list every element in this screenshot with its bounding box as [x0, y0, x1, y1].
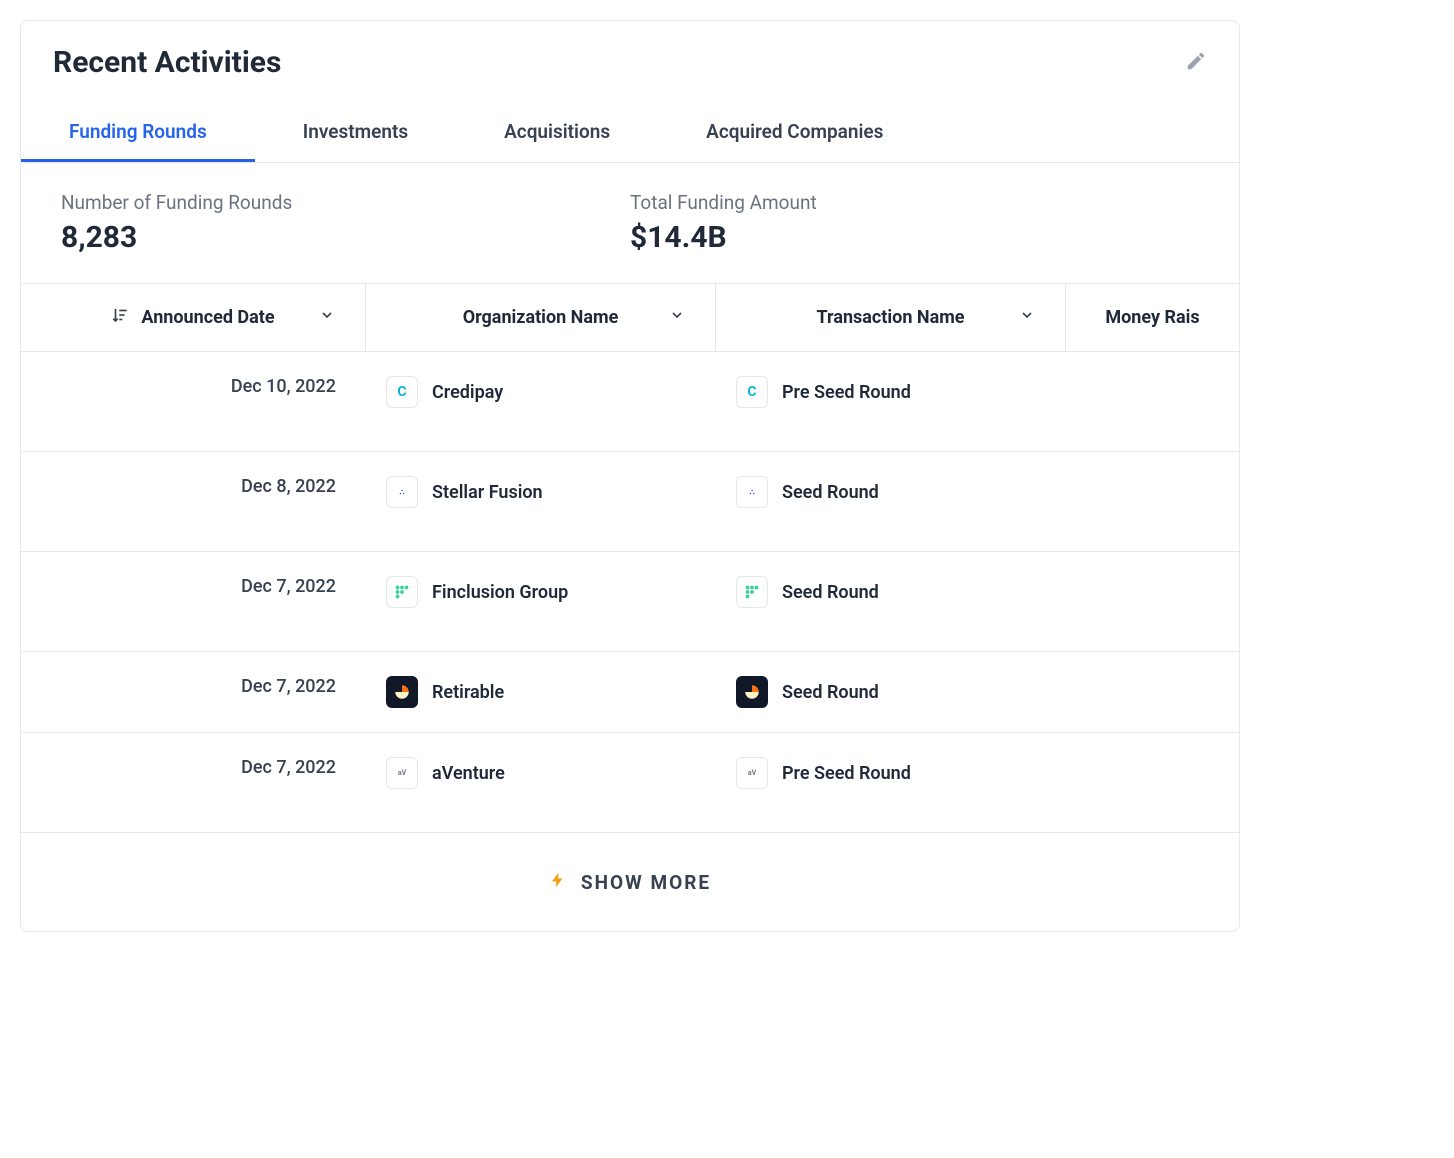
column-label: Transaction Name — [816, 307, 964, 328]
tab-acquisitions[interactable]: Acquisitions — [456, 104, 658, 162]
cell-txn: Seed Round — [716, 652, 1066, 732]
stat-funding-rounds: Number of Funding Rounds 8,283 — [61, 191, 630, 255]
org-logo-icon: aV — [736, 757, 768, 789]
cell-org: Retirable — [366, 652, 716, 732]
org-name[interactable]: Stellar Fusion — [432, 482, 543, 503]
cell-date: Dec 7, 2022 — [21, 552, 366, 621]
card-header: Recent Activities — [21, 21, 1239, 88]
stat-value: $14.4B — [630, 220, 1199, 255]
cell-txn: C Pre Seed Round — [716, 352, 1066, 432]
funding-rounds-table: Announced Date Organization Name Transac… — [21, 283, 1239, 833]
org-name[interactable]: Finclusion Group — [432, 582, 568, 603]
txn-name[interactable]: Pre Seed Round — [782, 382, 911, 403]
column-header-transaction-name[interactable]: Transaction Name — [716, 284, 1066, 351]
table-header: Announced Date Organization Name Transac… — [21, 283, 1239, 352]
show-more-button[interactable]: SHOW MORE — [21, 833, 1239, 931]
cell-txn: ∴ Seed Round — [716, 452, 1066, 532]
chevron-down-icon[interactable] — [319, 307, 335, 328]
table-row: Dec 8, 2022 ∴ Stellar Fusion ∴ Seed Roun… — [21, 452, 1239, 552]
column-label: Money Rais — [1105, 307, 1199, 328]
tab-acquired-companies[interactable]: Acquired Companies — [658, 104, 931, 162]
tabs: Funding Rounds Investments Acquisitions … — [21, 88, 1239, 163]
stat-label: Total Funding Amount — [630, 191, 1199, 214]
org-name[interactable]: aVenture — [432, 763, 505, 784]
cell-money — [1066, 652, 1239, 700]
cell-org: ∴ Stellar Fusion — [366, 452, 716, 532]
cell-money — [1066, 552, 1239, 600]
org-name[interactable]: Credipay — [432, 382, 503, 403]
chevron-down-icon[interactable] — [1019, 307, 1035, 328]
bolt-icon — [549, 869, 567, 895]
column-label: Announced Date — [141, 307, 274, 328]
org-logo-icon — [386, 676, 418, 708]
org-name[interactable]: Retirable — [432, 682, 504, 703]
org-logo-icon: ∴ — [736, 476, 768, 508]
chevron-down-icon[interactable] — [669, 307, 685, 328]
cell-org: C Credipay — [366, 352, 716, 432]
edit-icon[interactable] — [1185, 50, 1207, 76]
org-logo-icon: C — [736, 376, 768, 408]
org-logo-icon: ∴ — [386, 476, 418, 508]
org-logo-icon — [386, 576, 418, 608]
org-logo-icon — [736, 576, 768, 608]
txn-name[interactable]: Seed Round — [782, 682, 879, 703]
tab-investments[interactable]: Investments — [255, 104, 456, 162]
cell-date: Dec 7, 2022 — [21, 652, 366, 721]
txn-name[interactable]: Seed Round — [782, 582, 879, 603]
column-header-money-raised[interactable]: Money Rais — [1066, 284, 1239, 351]
table-body: Dec 10, 2022 C Credipay C Pre Seed Round — [21, 352, 1239, 833]
cell-date: Dec 7, 2022 — [21, 733, 366, 802]
table-row: Dec 7, 2022 Finclusion Group Seed — [21, 552, 1239, 652]
stat-label: Number of Funding Rounds — [61, 191, 630, 214]
card-title: Recent Activities — [53, 45, 281, 80]
table-row: Dec 7, 2022 aV aVenture aV Pre Seed Roun… — [21, 733, 1239, 833]
cell-money — [1066, 352, 1239, 400]
stat-value: 8,283 — [61, 220, 630, 255]
org-logo-icon — [736, 676, 768, 708]
table-row: Dec 7, 2022 Retirable Seed Round — [21, 652, 1239, 733]
column-header-announced-date[interactable]: Announced Date — [21, 284, 366, 351]
org-logo-icon: C — [386, 376, 418, 408]
cell-org: Finclusion Group — [366, 552, 716, 632]
cell-org: aV aVenture — [366, 733, 716, 813]
recent-activities-card: Recent Activities Funding Rounds Investm… — [20, 20, 1240, 932]
txn-name[interactable]: Seed Round — [782, 482, 879, 503]
org-logo-icon: aV — [386, 757, 418, 789]
stat-total-funding: Total Funding Amount $14.4B — [630, 191, 1199, 255]
cell-txn: Seed Round — [716, 552, 1066, 632]
column-header-organization-name[interactable]: Organization Name — [366, 284, 716, 351]
show-more-label: SHOW MORE — [581, 871, 711, 894]
stats-row: Number of Funding Rounds 8,283 Total Fun… — [21, 163, 1239, 283]
cell-txn: aV Pre Seed Round — [716, 733, 1066, 813]
sort-icon — [111, 306, 129, 329]
txn-name[interactable]: Pre Seed Round — [782, 763, 911, 784]
tab-funding-rounds[interactable]: Funding Rounds — [21, 104, 255, 162]
cell-money — [1066, 452, 1239, 500]
cell-date: Dec 10, 2022 — [21, 352, 366, 421]
column-label: Organization Name — [463, 307, 619, 328]
table-row: Dec 10, 2022 C Credipay C Pre Seed Round — [21, 352, 1239, 452]
cell-date: Dec 8, 2022 — [21, 452, 366, 521]
cell-money — [1066, 733, 1239, 781]
